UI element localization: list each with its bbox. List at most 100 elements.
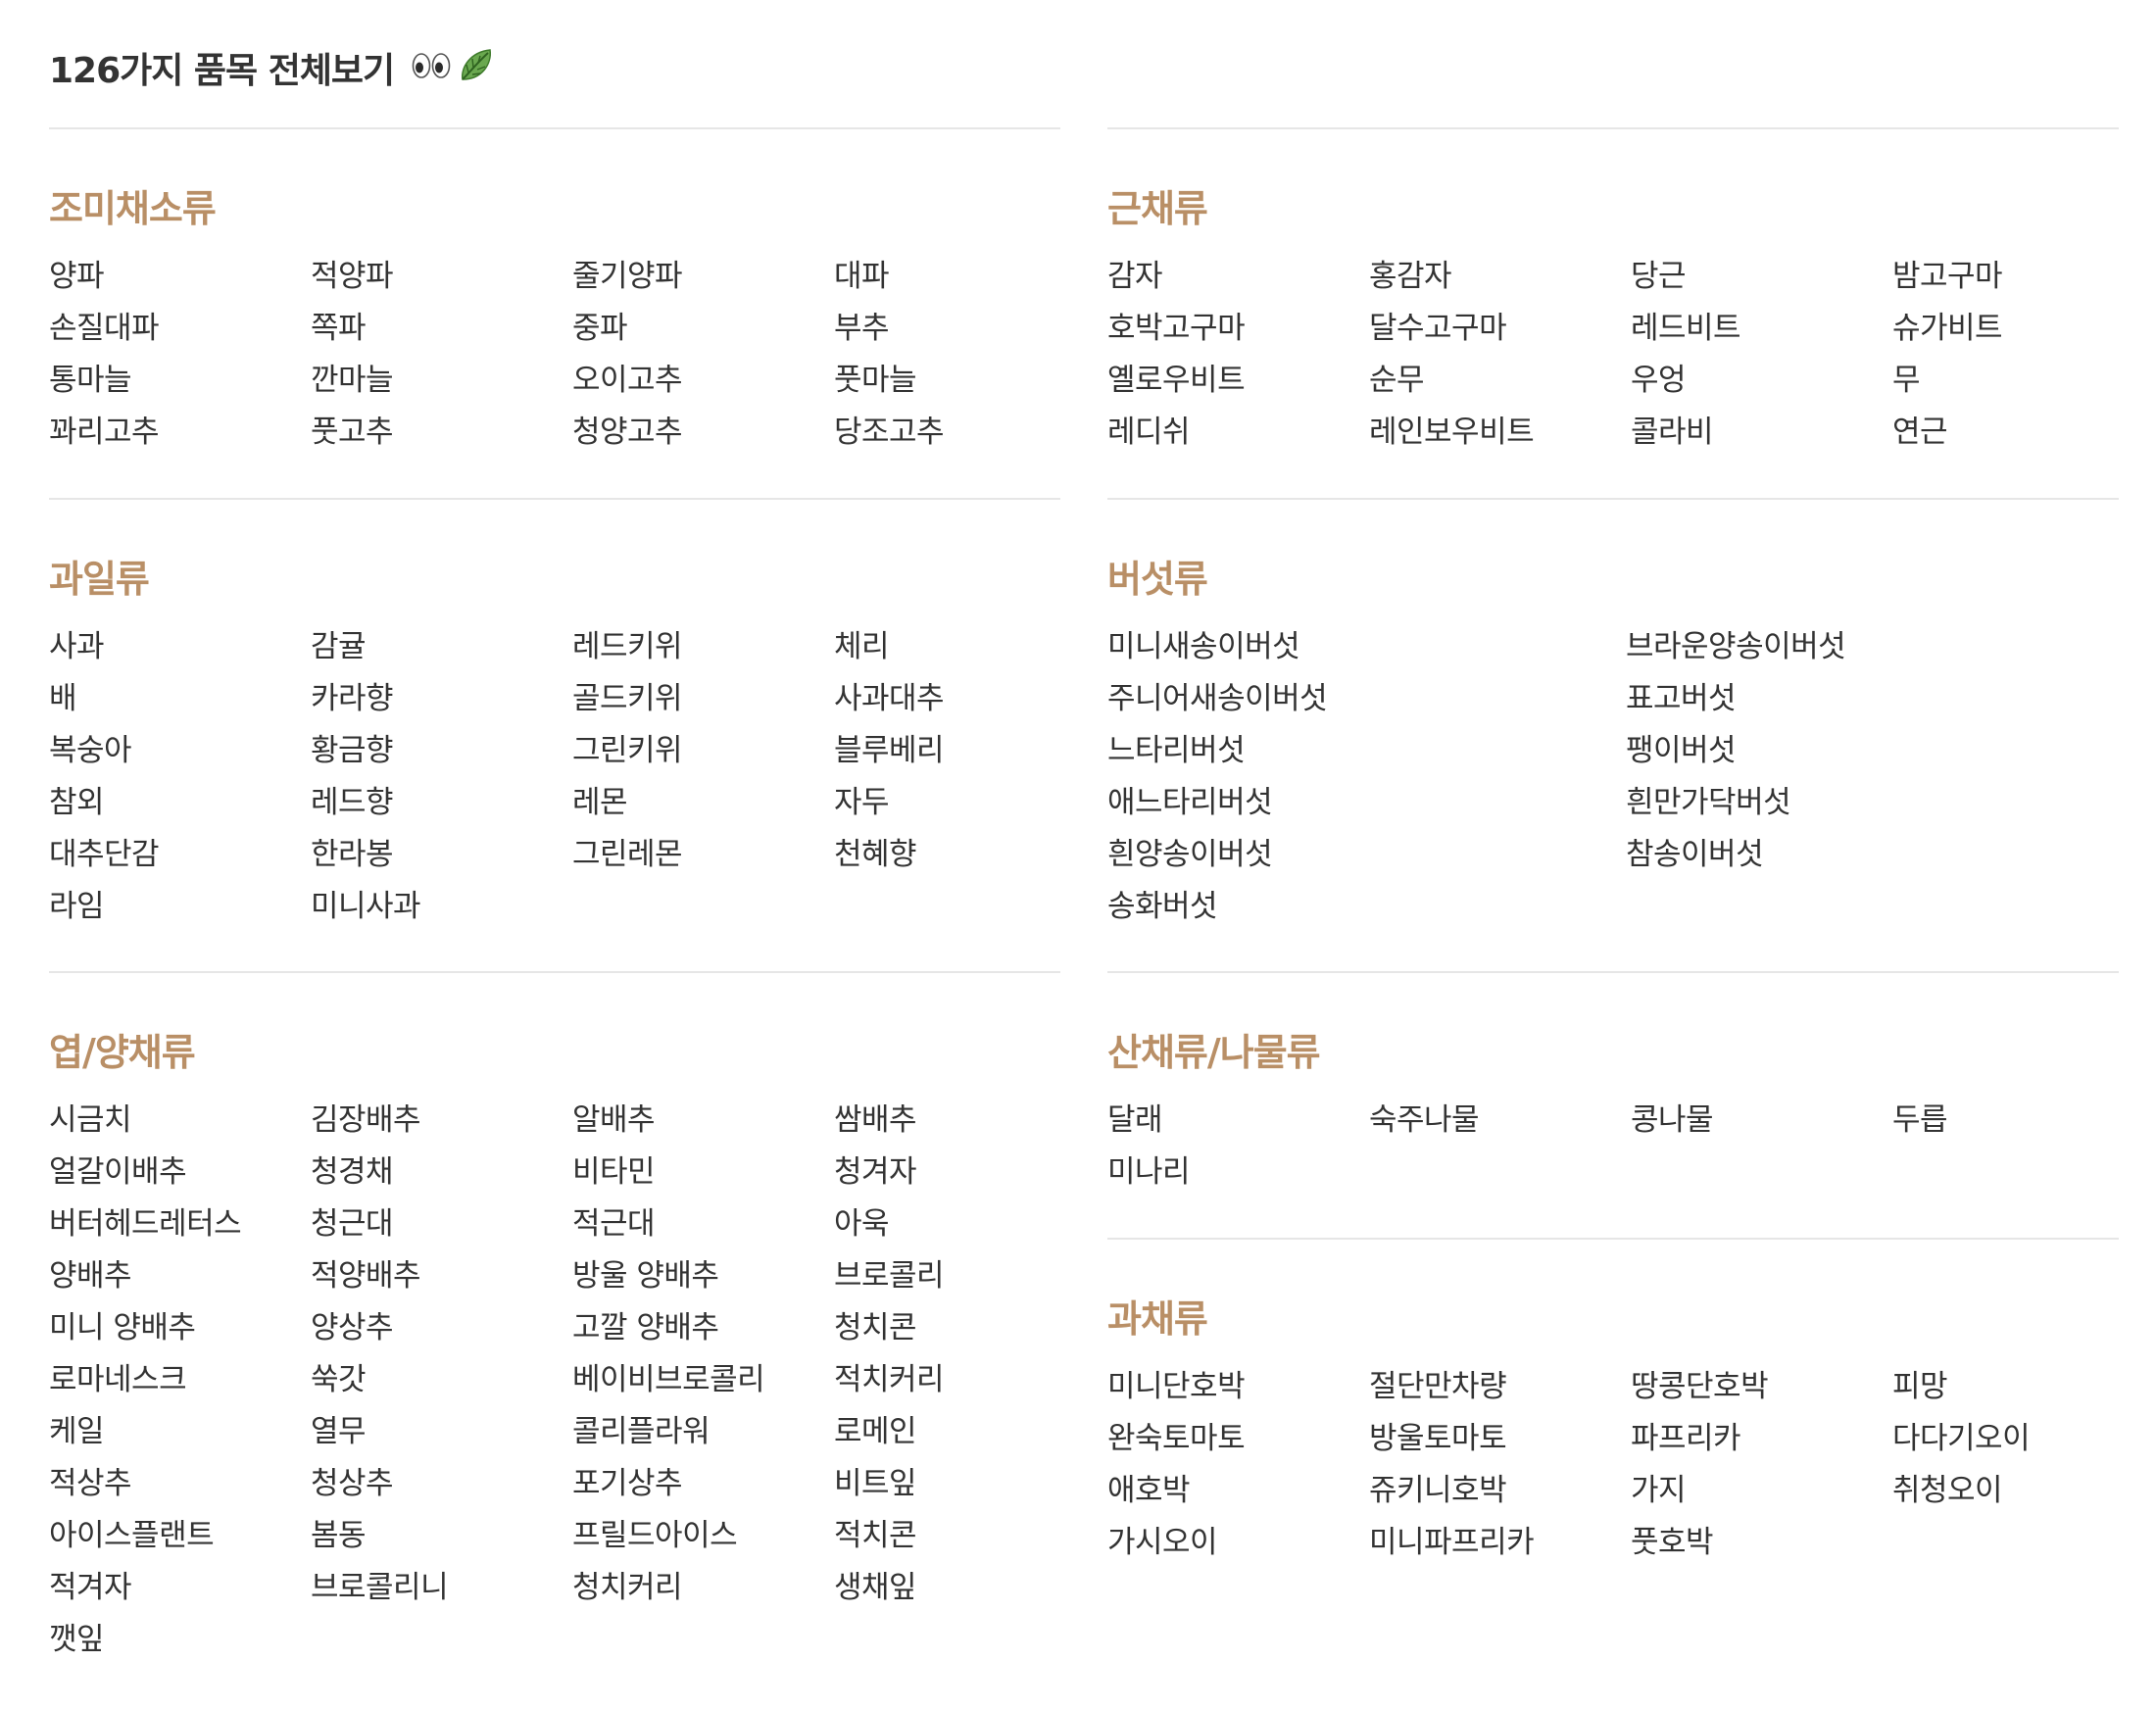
item-grid: 양파 적양파 줄기양파 대파 손질대파 쪽파 중파 부추 통마늘 깐마늘 오이고…	[49, 251, 1060, 459]
list-item: 봄동	[311, 1518, 367, 1553]
list-item: 대추단감	[49, 837, 160, 872]
list-item: 방울토마토	[1369, 1421, 1507, 1456]
list-item: 양상추	[311, 1310, 394, 1345]
list-item: 미니단호박	[1107, 1369, 1246, 1404]
list-item: 땅콩단호박	[1631, 1369, 1769, 1404]
list-item: 골드키위	[572, 681, 683, 716]
list-item: 미니파프리카	[1369, 1525, 1535, 1560]
list-item: 청치커리	[572, 1570, 683, 1605]
section-leafy: 엽/양채류 시금치 김장배추 알배추 쌈배추 얼갈이배추 청경채 비타민 청겨자…	[49, 971, 1060, 1659]
title-emoji-group	[412, 46, 496, 89]
list-item: 방울 양배추	[572, 1258, 719, 1294]
list-item: 레인보우비트	[1369, 415, 1535, 450]
list-item: 버터헤드레터스	[49, 1206, 242, 1242]
list-item: 미나리	[1107, 1154, 1191, 1190]
list-item: 옐로우비트	[1107, 363, 1246, 398]
list-item: 감귤	[311, 629, 367, 664]
list-item: 레드비트	[1631, 311, 1741, 346]
list-item: 미니사과	[311, 889, 421, 924]
list-item: 순무	[1369, 363, 1425, 398]
list-item: 호박고구마	[1107, 311, 1246, 346]
list-item: 포기상추	[572, 1466, 683, 1501]
list-item: 쥬키니호박	[1369, 1473, 1507, 1508]
list-item: 얼갈이배추	[49, 1154, 187, 1190]
list-item: 생채잎	[834, 1570, 917, 1605]
list-item: 청치콘	[834, 1310, 917, 1345]
page-title: 126가지 품목 전체보기	[49, 51, 395, 91]
list-item: 브로콜리	[834, 1258, 945, 1294]
eyes-icon	[412, 49, 451, 86]
list-item: 숙주나물	[1369, 1102, 1480, 1138]
list-item: 주니어새송이버섯	[1107, 681, 1328, 716]
list-item: 다다기오이	[1892, 1421, 2031, 1456]
list-item: 시금치	[49, 1102, 132, 1138]
list-item: 절단만차량	[1369, 1369, 1507, 1404]
list-item: 손질대파	[49, 311, 160, 346]
list-item: 풋고추	[311, 415, 394, 450]
list-item: 알배추	[572, 1102, 656, 1138]
list-item: 당근	[1631, 259, 1687, 294]
list-item: 청양고추	[572, 415, 683, 450]
list-item: 그린레몬	[572, 837, 683, 872]
list-item: 애호박	[1107, 1473, 1191, 1508]
list-item: 파프리카	[1631, 1421, 1741, 1456]
item-grid: 미니단호박 절단만차량 땅콩단호박 피망 완숙토마토 방울토마토 파프리카 다다…	[1107, 1361, 2119, 1569]
list-item: 통마늘	[49, 363, 132, 398]
list-item: 부추	[834, 311, 890, 346]
list-item: 표고버섯	[1626, 681, 1737, 716]
list-item: 비타민	[572, 1154, 656, 1190]
list-item: 황금향	[311, 733, 394, 768]
list-item: 레디쉬	[1107, 415, 1191, 450]
list-item: 흰만가닥버섯	[1626, 785, 1791, 820]
section-seasoning: 조미채소류 양파 적양파 줄기양파 대파 손질대파 쪽파 중파 부추 통마늘 깐…	[49, 127, 1060, 498]
list-item: 레드키위	[572, 629, 683, 664]
list-item: 김장배추	[311, 1102, 421, 1138]
list-item: 줄기양파	[572, 259, 683, 294]
list-item: 중파	[572, 311, 628, 346]
list-item: 레드향	[311, 785, 394, 820]
list-item: 완숙토마토	[1107, 1421, 1246, 1456]
item-grid: 사과 감귤 레드키위 체리 배 카라향 골드키위 사과대추 복숭아 황금향 그린…	[49, 621, 1060, 933]
list-item: 사과	[49, 629, 105, 664]
list-item: 달래	[1107, 1102, 1163, 1138]
list-item: 열무	[311, 1414, 367, 1449]
list-item: 로마네스크	[49, 1362, 187, 1397]
list-item: 팽이버섯	[1626, 733, 1737, 768]
list-item: 케일	[49, 1414, 105, 1449]
list-item: 양배추	[49, 1258, 132, 1294]
list-item: 가시오이	[1107, 1525, 1218, 1560]
list-item: 쌈배추	[834, 1102, 917, 1138]
list-item: 베이비브로콜리	[572, 1362, 765, 1397]
list-item: 대파	[834, 259, 890, 294]
list-item: 아욱	[834, 1206, 890, 1242]
item-grid: 감자 홍감자 당근 밤고구마 호박고구마 달수고구마 레드비트 슈가비트 옐로우…	[1107, 251, 2119, 459]
section-fruit: 과일류 사과 감귤 레드키위 체리 배 카라향 골드키위 사과대추 복숭아 황금…	[49, 498, 1060, 971]
list-item: 콜라비	[1631, 415, 1714, 450]
list-item: 슈가비트	[1892, 311, 2003, 346]
list-item: 밤고구마	[1892, 259, 2003, 294]
list-item: 깻잎	[49, 1622, 105, 1657]
list-item: 청경채	[311, 1154, 394, 1190]
list-item: 풋호박	[1631, 1525, 1714, 1560]
list-item: 라임	[49, 889, 105, 924]
list-item: 카라향	[311, 681, 394, 716]
list-item: 홍감자	[1369, 259, 1452, 294]
list-item: 두릅	[1892, 1102, 1948, 1138]
list-item: 쑥갓	[311, 1362, 367, 1397]
list-item: 연근	[1892, 415, 1948, 450]
list-item: 적양파	[311, 259, 394, 294]
list-item: 로메인	[834, 1414, 917, 1449]
list-item: 당조고추	[834, 415, 945, 450]
list-item: 고깔 양배추	[572, 1310, 719, 1345]
list-item: 블루베리	[834, 733, 945, 768]
list-item: 적양배추	[311, 1258, 421, 1294]
list-item: 가지	[1631, 1473, 1687, 1508]
list-item: 꽈리고추	[49, 415, 160, 450]
section-fruit-vegetable: 과채류 미니단호박 절단만차량 땅콩단호박 피망 완숙토마토 방울토마토 파프리…	[1107, 1238, 2119, 1711]
list-item: 오이고추	[572, 363, 683, 398]
list-item: 적치커리	[834, 1362, 945, 1397]
section-title: 산채류/나물류	[1107, 1031, 1321, 1074]
list-item: 레몬	[572, 785, 628, 820]
list-item: 아이스플랜트	[49, 1518, 215, 1553]
list-item: 취청오이	[1892, 1473, 2003, 1508]
